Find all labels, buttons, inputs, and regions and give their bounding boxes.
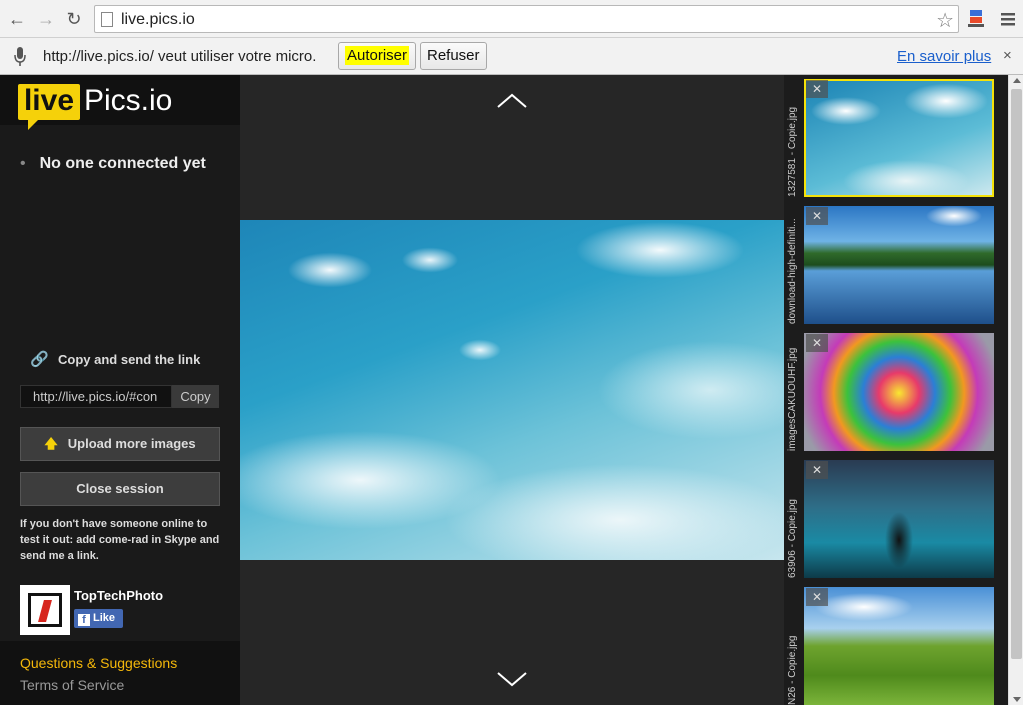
image-viewer bbox=[240, 75, 784, 705]
allow-button[interactable]: Autoriser bbox=[338, 42, 417, 70]
thumbnail-image[interactable] bbox=[804, 206, 994, 324]
microphone-icon bbox=[14, 47, 26, 66]
scroll-down-arrow-icon[interactable] bbox=[1013, 697, 1021, 702]
scroll-up-arrow-icon[interactable] bbox=[1013, 78, 1021, 83]
logo-live: live bbox=[18, 84, 80, 130]
hint-text: If you don't have someone online to test… bbox=[20, 518, 220, 562]
remove-thumbnail-icon[interactable]: ✕ bbox=[806, 461, 828, 479]
infobar-message: http://live.pics.io/ veut utiliser votre… bbox=[43, 48, 317, 65]
sidebar: live Pics.io • No one connected yet 🔗 Copy… bbox=[0, 75, 240, 705]
remove-thumbnail-icon[interactable]: ✕ bbox=[806, 588, 828, 606]
thumbnail-image[interactable] bbox=[804, 587, 994, 705]
remove-thumbnail-icon[interactable]: ✕ bbox=[806, 334, 828, 352]
thumbnail-item[interactable]: imagesCAKUOUHF.jpg ✕ bbox=[784, 329, 1008, 454]
upload-more-button[interactable]: 🡅 Upload more images bbox=[20, 427, 220, 461]
page-scrollbar[interactable] bbox=[1008, 75, 1023, 705]
browser-toolbar: ← → ↻ live.pics.io ☆ bbox=[0, 0, 1023, 38]
toptechphoto-logo-icon bbox=[28, 593, 62, 627]
scrollbar-thumb[interactable] bbox=[1011, 89, 1022, 659]
thumbnail-strip: 1327581 - Copie.jpg ✕ download-high-defi… bbox=[784, 75, 1008, 705]
extension-icon[interactable] bbox=[966, 8, 986, 30]
share-link-field[interactable]: http://live.pics.io/#con bbox=[20, 385, 172, 408]
back-arrow-icon[interactable]: ← bbox=[6, 8, 28, 30]
sidebar-footer: Questions & Suggestions Terms of Service bbox=[0, 641, 240, 705]
thumbnail-image[interactable] bbox=[804, 79, 994, 197]
url-text[interactable]: live.pics.io bbox=[121, 11, 195, 29]
microphone-permission-infobar: http://live.pics.io/ veut utiliser votre… bbox=[0, 38, 1023, 75]
learn-more-link[interactable]: En savoir plus bbox=[897, 48, 991, 65]
thumbnail-item[interactable]: 1327581 - Copie.jpg ✕ bbox=[784, 75, 1008, 200]
copy-button[interactable]: Copy bbox=[172, 385, 219, 408]
logo[interactable]: live Pics.io bbox=[0, 75, 240, 130]
close-session-button[interactable]: Close session bbox=[20, 472, 220, 506]
close-icon[interactable]: × bbox=[1003, 47, 1012, 64]
upload-arrow-icon: 🡅 bbox=[44, 436, 58, 451]
menu-icon[interactable] bbox=[998, 8, 1018, 30]
address-bar[interactable]: live.pics.io ☆ bbox=[94, 5, 959, 33]
chevron-down-icon[interactable] bbox=[496, 671, 528, 687]
deny-button[interactable]: Refuser bbox=[420, 42, 487, 70]
facebook-like-button[interactable]: f Like bbox=[74, 609, 123, 628]
brand-name[interactable]: TopTechPhoto bbox=[74, 588, 163, 603]
terms-link[interactable]: Terms of Service bbox=[20, 677, 124, 693]
questions-link[interactable]: Questions & Suggestions bbox=[20, 655, 177, 671]
remove-thumbnail-icon[interactable]: ✕ bbox=[806, 207, 828, 225]
thumbnail-item[interactable]: download-high-definiti... ✕ bbox=[784, 202, 1008, 327]
main-image bbox=[240, 220, 784, 560]
logo-pics: Pics.io bbox=[84, 84, 173, 117]
thumbnail-item[interactable]: 63906 - Copie.jpg ✕ bbox=[784, 456, 1008, 581]
remove-thumbnail-icon[interactable]: ✕ bbox=[806, 80, 828, 98]
thumbnail-name: 63906 - Copie.jpg bbox=[787, 499, 798, 578]
chevron-up-icon[interactable] bbox=[496, 93, 528, 109]
thumbnail-name: 1327581 - Copie.jpg bbox=[787, 106, 798, 197]
bookmark-star-icon[interactable]: ☆ bbox=[936, 8, 954, 33]
avatar[interactable] bbox=[20, 585, 70, 635]
thumbnail-name: imagesCAKUOUHF.jpg bbox=[787, 347, 798, 451]
page-icon bbox=[101, 12, 113, 27]
link-icon: 🔗 bbox=[30, 351, 49, 368]
reload-icon[interactable]: ↻ bbox=[63, 8, 85, 30]
thumbnail-image[interactable] bbox=[804, 460, 994, 578]
copy-link-label: 🔗 Copy and send the link bbox=[30, 351, 201, 368]
thumbnail-name: N26 - Copie.jpg bbox=[787, 635, 798, 705]
thumbnail-image[interactable] bbox=[804, 333, 994, 451]
facebook-icon: f bbox=[78, 614, 90, 626]
thumbnail-name: download-high-definiti... bbox=[787, 218, 798, 324]
thumbnail-item[interactable]: N26 - Copie.jpg ✕ bbox=[784, 583, 1008, 705]
forward-arrow-icon[interactable]: → bbox=[35, 8, 57, 30]
connection-status: • No one connected yet bbox=[20, 155, 206, 172]
